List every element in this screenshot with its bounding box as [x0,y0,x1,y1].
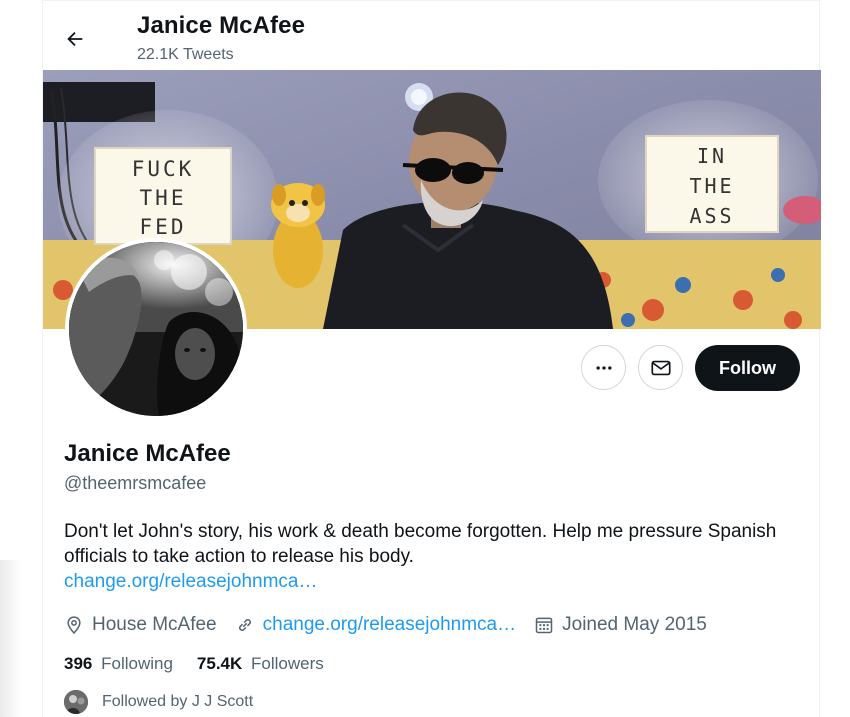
arrow-left-icon [67,31,83,47]
followers-label: Followers [251,654,324,673]
location-item: House McAfee [64,614,217,636]
header-name: Janice McAfee [137,12,306,39]
profile-bio: Don't let John's story, his work & death… [64,519,804,594]
avatar-image [69,242,243,416]
banner-sign-right-line2: THE [689,174,734,198]
location-pin-icon [67,616,81,634]
website-item[interactable]: change.org/releasejohnmca… [235,614,517,636]
back-button[interactable] [57,21,93,57]
calendar-icon [535,617,553,634]
bio-link[interactable]: change.org/releasejohnmca… [64,571,318,592]
profile-avatar[interactable] [65,238,247,420]
more-options-button[interactable] [581,345,626,390]
profile-page: Janice McAfee 22.1K Tweets FUCK THE FED … [0,0,850,717]
followed-by-text: Followed by J J Scott [102,693,254,710]
banner-sign-left-line3: FED [140,215,187,239]
website-link[interactable]: change.org/releasejohnmca… [263,614,517,636]
following-count: 396 [64,654,93,673]
profile-stats: 396 Following 75.4K Followers [64,654,348,674]
profile-name: Janice McAfee [64,440,231,467]
followers-stat[interactable]: 75.4K Followers [197,654,324,674]
link-icon [238,619,251,631]
envelope-icon [650,360,671,375]
message-button[interactable] [638,345,683,390]
following-stat[interactable]: 396 Following [64,654,173,674]
following-label: Following [101,654,173,673]
banner-sign-left-line1: FUCK [132,157,195,181]
bio-text: Don't let John's story, his work & death… [64,521,777,567]
profile-column: Janice McAfee 22.1K Tweets FUCK THE FED … [42,0,821,717]
tweet-count: 22.1K Tweets [137,46,234,63]
followers-count: 75.4K [196,654,243,673]
banner-sign-left-line2: THE [140,186,187,210]
joined-text: Joined May 2015 [562,614,707,635]
follower-avatar [64,690,88,714]
location-text: House McAfee [92,614,217,635]
banner-sign-right-line1: IN [697,144,727,168]
banner-sign-right-line3: ASS [689,204,734,228]
profile-meta: House McAfee change.org/releasejohnmca… [64,612,725,638]
left-shadow [0,560,22,717]
joined-item: Joined May 2015 [534,614,707,636]
followed-by[interactable]: Followed by J J Scott [64,690,253,714]
profile-handle: @theemrsmcafee [64,473,207,493]
profile-header-bar: Janice McAfee 22.1K Tweets [43,0,821,71]
more-dots-icon [596,365,611,370]
follow-button[interactable]: Follow [695,345,800,391]
